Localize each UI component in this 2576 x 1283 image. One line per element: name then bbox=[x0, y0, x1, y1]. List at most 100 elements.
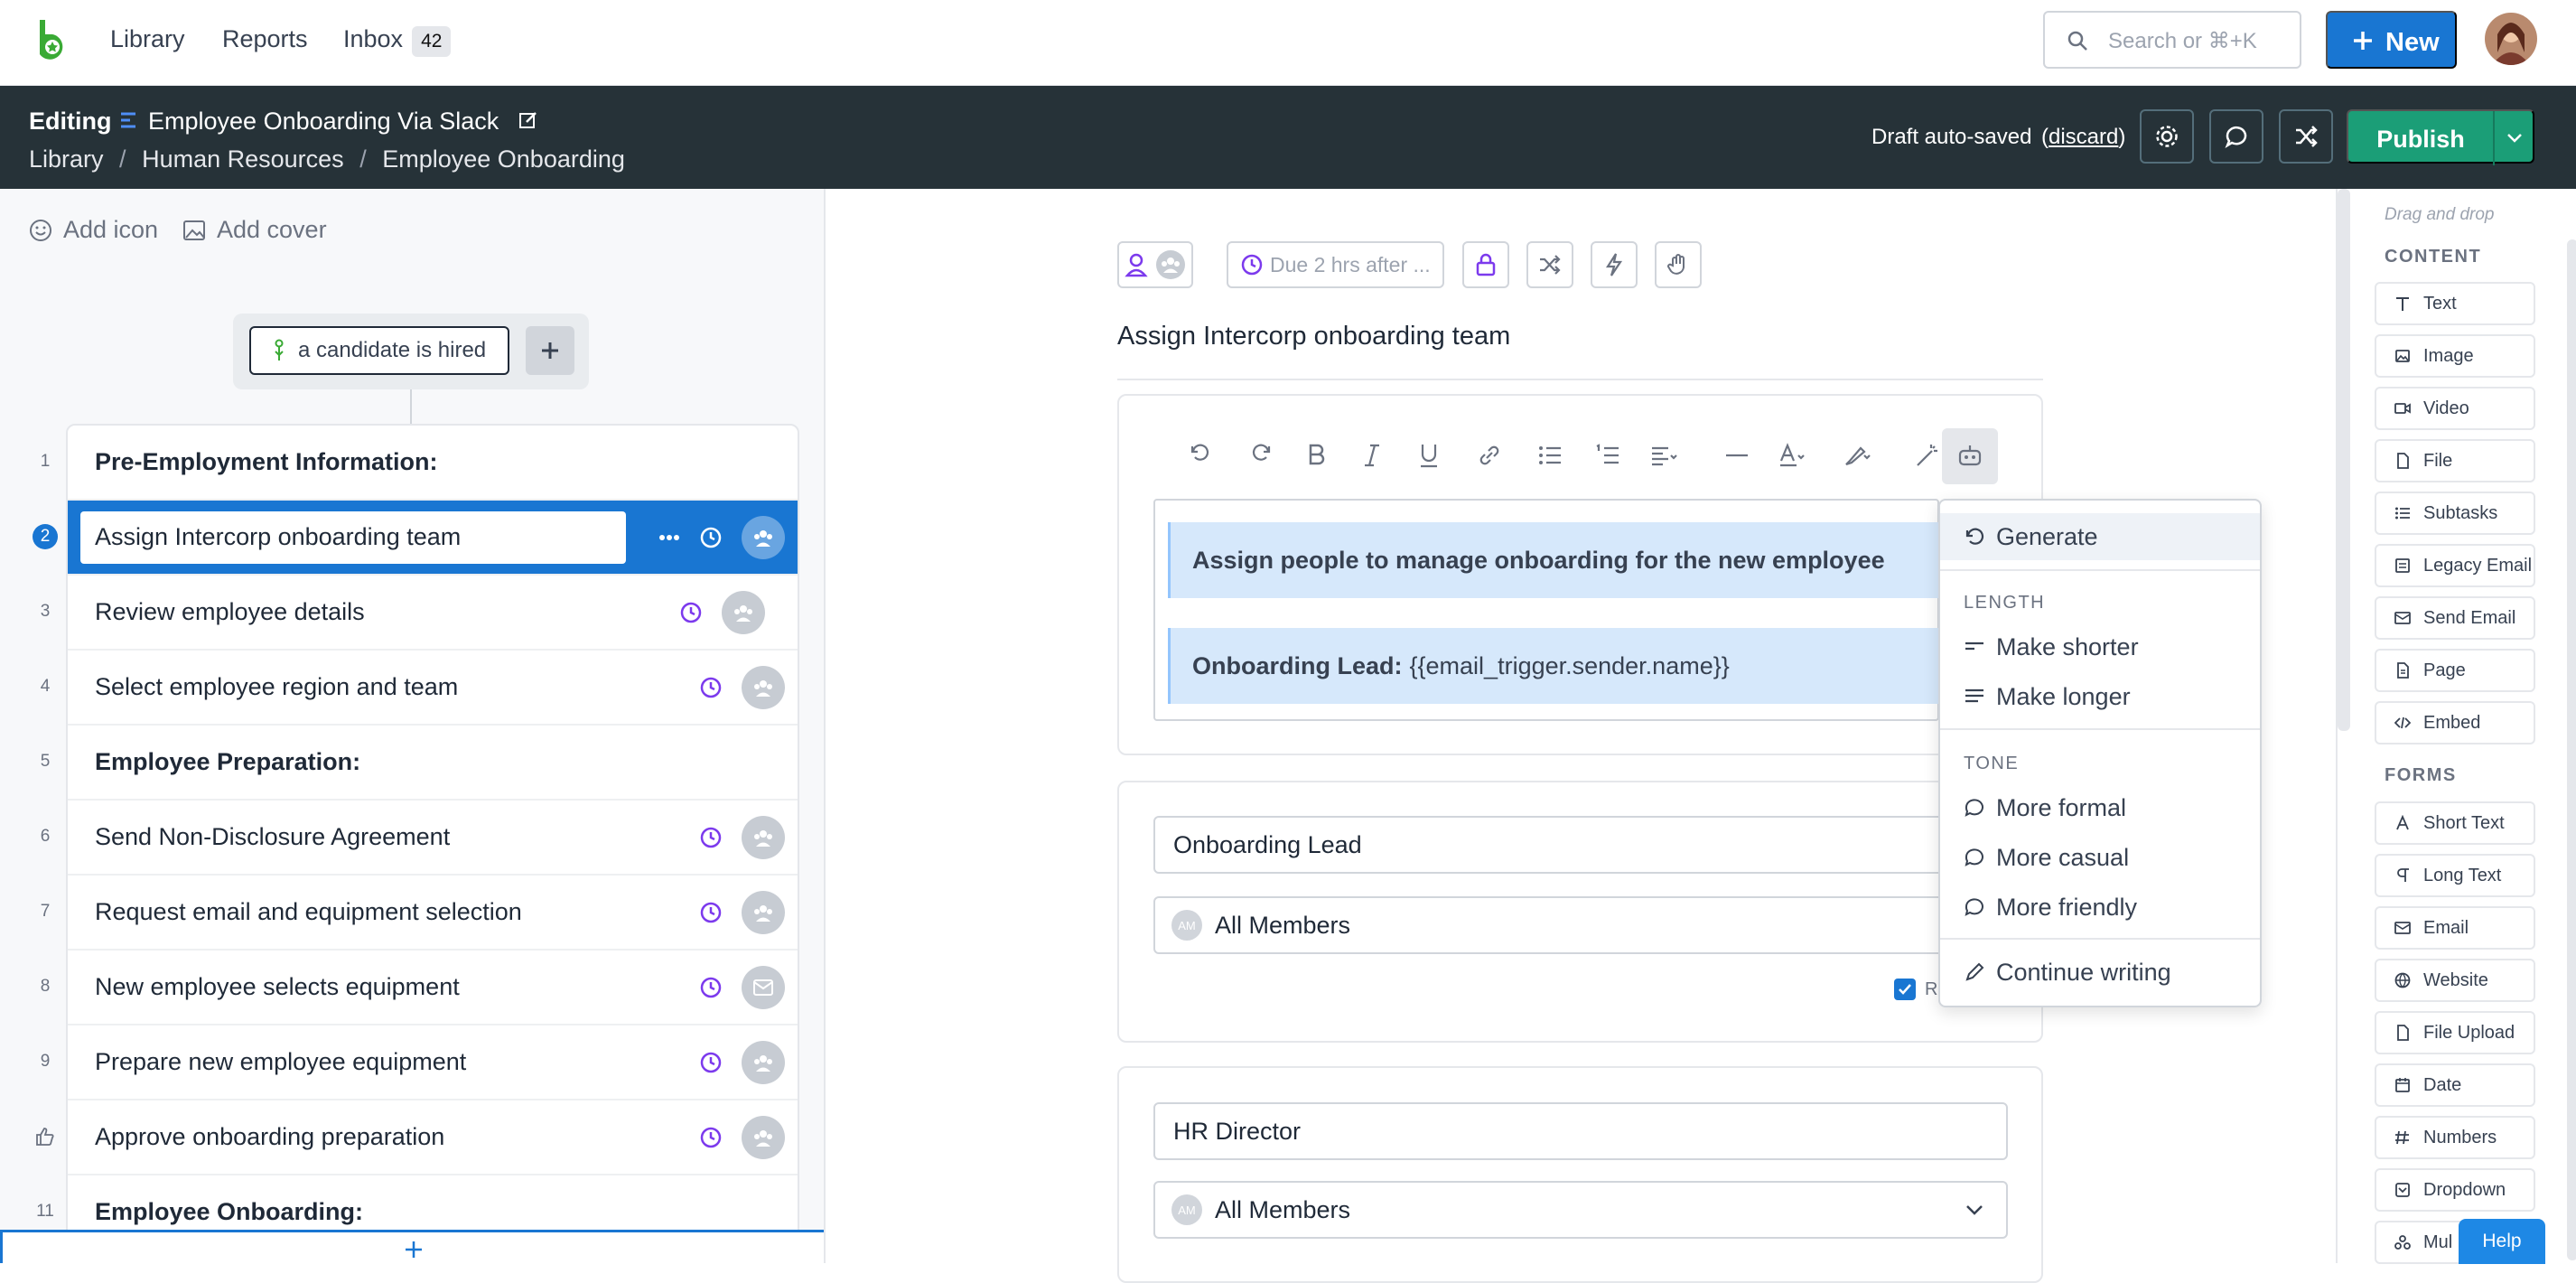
divider-tool-button[interactable] bbox=[1717, 435, 1757, 475]
app-logo[interactable] bbox=[34, 18, 70, 60]
new-button[interactable]: New bbox=[2326, 11, 2457, 69]
task-row[interactable]: Approve onboarding preparation bbox=[68, 1100, 798, 1175]
palette-item-numbers[interactable]: Numbers bbox=[2375, 1116, 2535, 1159]
palette-item-subtasks[interactable]: Subtasks bbox=[2375, 492, 2535, 535]
mail-icon[interactable] bbox=[742, 965, 785, 1009]
search-input[interactable]: Search or ⌘+K bbox=[2043, 11, 2301, 69]
highlight-tool-button[interactable] bbox=[1843, 435, 1882, 475]
trigger-pill[interactable]: a candidate is hired bbox=[249, 326, 509, 375]
bold-tool-button[interactable] bbox=[1296, 435, 1336, 475]
task-row[interactable]: Request email and equipment selection bbox=[68, 876, 798, 951]
menu-more-friendly[interactable]: More friendly bbox=[1940, 884, 2260, 931]
palette-item-embed[interactable]: Embed bbox=[2375, 701, 2535, 745]
breadcrumb-human-resources[interactable]: Human Resources bbox=[142, 145, 344, 173]
group-icon[interactable] bbox=[722, 590, 765, 634]
discard-link[interactable]: discard bbox=[2049, 125, 2118, 149]
menu-more-casual[interactable]: More casual bbox=[1940, 834, 2260, 881]
chevron-down-icon[interactable] bbox=[2506, 131, 2524, 145]
edit-title-icon[interactable] bbox=[518, 110, 538, 130]
palette-item-short-text[interactable]: Short Text bbox=[2375, 801, 2535, 845]
palette-item-file[interactable]: File bbox=[2375, 439, 2535, 482]
members-select-2[interactable]: AM All Members bbox=[1153, 1181, 2008, 1239]
numbered-list-tool-button[interactable] bbox=[1588, 435, 1628, 475]
conditional-logic-button[interactable] bbox=[1526, 241, 1573, 288]
palette-item-date[interactable]: Date bbox=[2375, 1063, 2535, 1107]
group-icon[interactable] bbox=[742, 515, 785, 559]
settings-button[interactable] bbox=[2140, 109, 2194, 164]
add-icon-button[interactable]: Add icon bbox=[29, 216, 158, 244]
group-icon[interactable] bbox=[742, 665, 785, 709]
clock-icon[interactable] bbox=[700, 527, 722, 548]
clock-icon[interactable] bbox=[700, 902, 722, 923]
clock-icon[interactable] bbox=[680, 602, 702, 623]
logic-button[interactable] bbox=[2279, 109, 2333, 164]
add-trigger-button[interactable] bbox=[526, 326, 574, 375]
clock-icon[interactable] bbox=[700, 677, 722, 698]
palette-item-text[interactable]: Text bbox=[2375, 282, 2535, 325]
assignees-button[interactable] bbox=[1117, 241, 1193, 288]
task-row[interactable]: Prepare new employee equipment bbox=[68, 1025, 798, 1100]
group-icon[interactable] bbox=[742, 1115, 785, 1159]
section-heading-row[interactable]: Pre-Employment Information: bbox=[68, 426, 798, 501]
task-row[interactable]: Send Non-Disclosure Agreement bbox=[68, 801, 798, 876]
menu-continue-writing[interactable]: Continue writing bbox=[1940, 949, 2260, 996]
text-block-1[interactable]: Assign people to manage onboarding for t… bbox=[1168, 522, 1939, 598]
ai-robot-tool-button[interactable] bbox=[1942, 428, 1998, 484]
nav-reports[interactable]: Reports bbox=[222, 25, 308, 53]
nav-inbox[interactable]: Inbox 42 bbox=[343, 25, 452, 57]
palette-item-send-email[interactable]: Send Email bbox=[2375, 596, 2535, 640]
clock-icon[interactable] bbox=[700, 1052, 722, 1073]
scrollbar-track[interactable] bbox=[2567, 239, 2576, 1260]
members-field-label-input-1[interactable]: Onboarding Lead bbox=[1153, 816, 2008, 874]
help-button[interactable]: Help bbox=[2459, 1219, 2545, 1264]
nav-library[interactable]: Library bbox=[110, 25, 185, 53]
link-tool-button[interactable] bbox=[1470, 435, 1509, 475]
palette-item-long-text[interactable]: Long Text bbox=[2375, 854, 2535, 897]
align-tool-button[interactable] bbox=[1649, 435, 1689, 475]
task-row[interactable]: Select employee region and team bbox=[68, 651, 798, 726]
palette-item-image[interactable]: Image bbox=[2375, 334, 2535, 378]
palette-item-email[interactable]: Email bbox=[2375, 906, 2535, 950]
palette-item-website[interactable]: Website bbox=[2375, 959, 2535, 1002]
clock-icon[interactable] bbox=[700, 977, 722, 998]
clock-icon[interactable] bbox=[700, 1127, 722, 1148]
menu-more-formal[interactable]: More formal bbox=[1940, 784, 2260, 831]
group-icon[interactable] bbox=[742, 890, 785, 934]
palette-item-file-upload[interactable]: File Upload bbox=[2375, 1011, 2535, 1054]
members-select-1[interactable]: AM All Members bbox=[1153, 896, 2008, 954]
permissions-button[interactable] bbox=[1462, 241, 1509, 288]
palette-item-dropdown[interactable]: Dropdown bbox=[2375, 1168, 2535, 1212]
breadcrumb-employee-onboarding[interactable]: Employee Onboarding bbox=[382, 145, 625, 173]
due-date-button[interactable]: Due 2 hrs after ... bbox=[1227, 241, 1444, 288]
user-avatar[interactable] bbox=[2485, 13, 2537, 65]
palette-item-legacy-email[interactable]: Legacy Email bbox=[2375, 544, 2535, 587]
members-field-label-input-2[interactable]: HR Director bbox=[1153, 1102, 2008, 1160]
underline-tool-button[interactable] bbox=[1409, 435, 1449, 475]
text-color-tool-button[interactable] bbox=[1778, 435, 1817, 475]
task-row[interactable]: New employee selects equipment bbox=[68, 951, 798, 1025]
add-step-bar[interactable] bbox=[0, 1230, 824, 1263]
palette-item-video[interactable]: Video bbox=[2375, 387, 2535, 430]
menu-make-shorter[interactable]: Make shorter bbox=[1940, 623, 2260, 670]
group-icon[interactable] bbox=[742, 1040, 785, 1084]
automations-button[interactable] bbox=[1591, 241, 1638, 288]
required-checkbox[interactable] bbox=[1894, 979, 1916, 1000]
task-row[interactable]: Review employee details bbox=[68, 576, 798, 651]
italic-tool-button[interactable] bbox=[1352, 435, 1392, 475]
section-heading-row[interactable]: Employee Preparation: bbox=[68, 726, 798, 801]
stop-task-button[interactable] bbox=[1655, 241, 1702, 288]
task-row[interactable]: Assign Intercorp onboarding team bbox=[68, 501, 798, 576]
palette-item-page[interactable]: Page bbox=[2375, 649, 2535, 692]
add-cover-button[interactable]: Add cover bbox=[182, 216, 327, 244]
undo-tool-button[interactable] bbox=[1182, 435, 1222, 475]
comments-button[interactable] bbox=[2209, 109, 2263, 164]
group-icon[interactable] bbox=[742, 815, 785, 859]
breadcrumb-library[interactable]: Library bbox=[29, 145, 104, 173]
publish-button[interactable]: Publish bbox=[2347, 109, 2534, 165]
bullet-list-tool-button[interactable] bbox=[1530, 435, 1570, 475]
editor-scrollbar[interactable] bbox=[2338, 189, 2350, 731]
more-icon[interactable] bbox=[658, 534, 680, 541]
clock-icon[interactable] bbox=[700, 827, 722, 848]
menu-make-longer[interactable]: Make longer bbox=[1940, 673, 2260, 720]
text-block-2[interactable]: Onboarding Lead: {{email_trigger.sender.… bbox=[1168, 628, 1939, 704]
